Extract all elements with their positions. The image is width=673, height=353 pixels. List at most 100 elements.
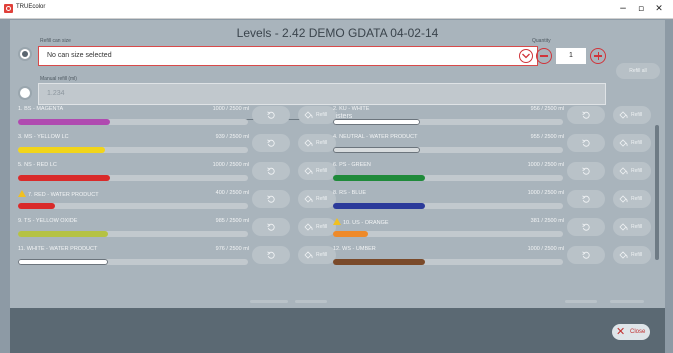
- refill-can-icon: [619, 251, 628, 259]
- undo-icon: [267, 195, 275, 203]
- can-size-select[interactable]: No can size selected: [38, 46, 538, 66]
- close-window-button[interactable]: ✕: [650, 2, 668, 16]
- level-bar-fill: [333, 259, 425, 265]
- level-bar: [18, 203, 248, 209]
- reset-button[interactable]: [567, 162, 605, 180]
- reset-button[interactable]: [252, 190, 290, 208]
- refill-button[interactable]: Refill: [298, 106, 336, 124]
- refill-label: Refill: [631, 140, 643, 146]
- canister-item: 7. RED - WATER PRODUCT 400 / 2500 ml Refil…: [18, 190, 338, 214]
- minus-icon: [540, 55, 548, 57]
- canister-name: 11. WHITE - WATER PRODUCT: [18, 246, 98, 252]
- refill-button[interactable]: Refill: [298, 162, 336, 180]
- refill-can-icon: [304, 139, 313, 147]
- level-bar-fill: [18, 175, 110, 181]
- manual-refill-label: Manual refill (ml): [40, 76, 77, 82]
- canister-level: 1000 / 2500 ml: [527, 246, 564, 252]
- reset-button[interactable]: [567, 218, 605, 236]
- reset-button[interactable]: [252, 106, 290, 124]
- partial-reset-button: [565, 300, 597, 303]
- refill-label: Refill: [631, 168, 643, 174]
- canister-name: 8. RS - BLUE: [333, 190, 367, 196]
- refill-button[interactable]: Refill: [613, 190, 651, 208]
- reset-button[interactable]: [567, 106, 605, 124]
- reset-button[interactable]: [252, 218, 290, 236]
- level-bar: [18, 175, 248, 181]
- level-bar: [18, 231, 248, 237]
- close-label: Close: [630, 329, 646, 335]
- reset-button[interactable]: [567, 190, 605, 208]
- undo-icon: [267, 111, 275, 119]
- canister-level: 1000 / 2500 ml: [527, 190, 564, 196]
- page-title: Levels - 2.42 DEMO GDATA 04-02-14: [236, 26, 439, 40]
- refill-label: Refill: [316, 140, 328, 146]
- refill-button[interactable]: Refill: [613, 134, 651, 152]
- partial-refill-button: [610, 300, 644, 303]
- manual-refill-placeholder: 1.234: [47, 90, 65, 97]
- maximize-button[interactable]: ▫: [632, 2, 650, 16]
- canister-level: 1000 / 2500 ml: [212, 162, 249, 168]
- level-bar: [333, 119, 563, 125]
- refill-button[interactable]: Refill: [298, 246, 336, 264]
- minimize-button[interactable]: −: [614, 2, 632, 16]
- refill-button[interactable]: Refill: [613, 106, 651, 124]
- canister-name: 1. BS - MAGENTA: [18, 106, 64, 112]
- reset-button[interactable]: [252, 246, 290, 264]
- refill-label: Refill: [316, 224, 328, 230]
- level-bar: [18, 259, 248, 265]
- quantity-field[interactable]: 1: [556, 48, 586, 64]
- warning-icon: [333, 218, 341, 225]
- canister-name: 2. KU - WHITE: [333, 106, 370, 112]
- footer-bar: [10, 308, 665, 353]
- canister-item: 3. MS - YELLOW LC 939 / 2500 ml Refill: [18, 134, 338, 158]
- refill-can-icon: [304, 251, 313, 259]
- scrollbar[interactable]: [655, 125, 659, 260]
- refill-can-radio[interactable]: [20, 49, 30, 59]
- refill-button[interactable]: Refill: [298, 190, 336, 208]
- canister-level: 939 / 2500 ml: [215, 134, 249, 140]
- refill-button[interactable]: Refill: [613, 218, 651, 236]
- level-bar: [333, 147, 563, 153]
- undo-icon: [267, 139, 275, 147]
- refill-label: Refill: [631, 252, 643, 258]
- refill-button[interactable]: Refill: [298, 218, 336, 236]
- reset-button[interactable]: [252, 162, 290, 180]
- reset-button[interactable]: [567, 134, 605, 152]
- level-bar-fill: [18, 147, 106, 153]
- level-bar-fill: [333, 175, 425, 181]
- canister-name: 6. PS - GREEN: [333, 162, 371, 168]
- refill-can-icon: [304, 167, 313, 175]
- undo-icon: [267, 251, 275, 259]
- close-button[interactable]: ✕ Close: [612, 324, 650, 340]
- refill-label: Refill: [316, 196, 328, 202]
- canister-item: 12. WS - UMBER 1000 / 2500 ml Refill: [333, 246, 653, 270]
- refill-can-label: Refill can size: [40, 38, 71, 44]
- manual-refill-input[interactable]: 1.234: [38, 83, 606, 105]
- chevron-down-icon[interactable]: [519, 49, 533, 63]
- refill-label: Refill: [316, 252, 328, 258]
- canister-name: 12. WS - UMBER: [333, 246, 376, 252]
- refill-can-icon: [304, 195, 313, 203]
- canister-name: 4. NEUTRAL - WATER PRODUCT: [333, 134, 418, 140]
- canister-item: 4. NEUTRAL - WATER PRODUCT 955 / 2500 ml R…: [333, 134, 653, 158]
- level-bar: [18, 119, 248, 125]
- refill-all-button[interactable]: Refill all: [616, 63, 660, 79]
- refill-can-icon: [304, 223, 313, 231]
- refill-button[interactable]: Refill: [298, 134, 336, 152]
- manual-refill-radio[interactable]: [20, 88, 30, 98]
- refill-all-label: Refill all: [629, 68, 647, 74]
- canister-item: 1. BS - MAGENTA 1000 / 2500 ml Refill: [18, 106, 338, 130]
- canister-level: 1000 / 2500 ml: [527, 162, 564, 168]
- refill-label: Refill: [631, 196, 643, 202]
- canister-level: 381 / 2500 ml: [530, 218, 564, 224]
- reset-button[interactable]: [252, 134, 290, 152]
- refill-label: Refill: [316, 112, 328, 118]
- refill-button[interactable]: Refill: [613, 246, 651, 264]
- refill-can-icon: [619, 167, 628, 175]
- canister-level: 985 / 2500 ml: [215, 218, 249, 224]
- increase-button[interactable]: [590, 48, 606, 64]
- canister-name: 7. RED - WATER PRODUCT: [18, 190, 99, 198]
- refill-button[interactable]: Refill: [613, 162, 651, 180]
- decrease-button[interactable]: [536, 48, 552, 64]
- reset-button[interactable]: [567, 246, 605, 264]
